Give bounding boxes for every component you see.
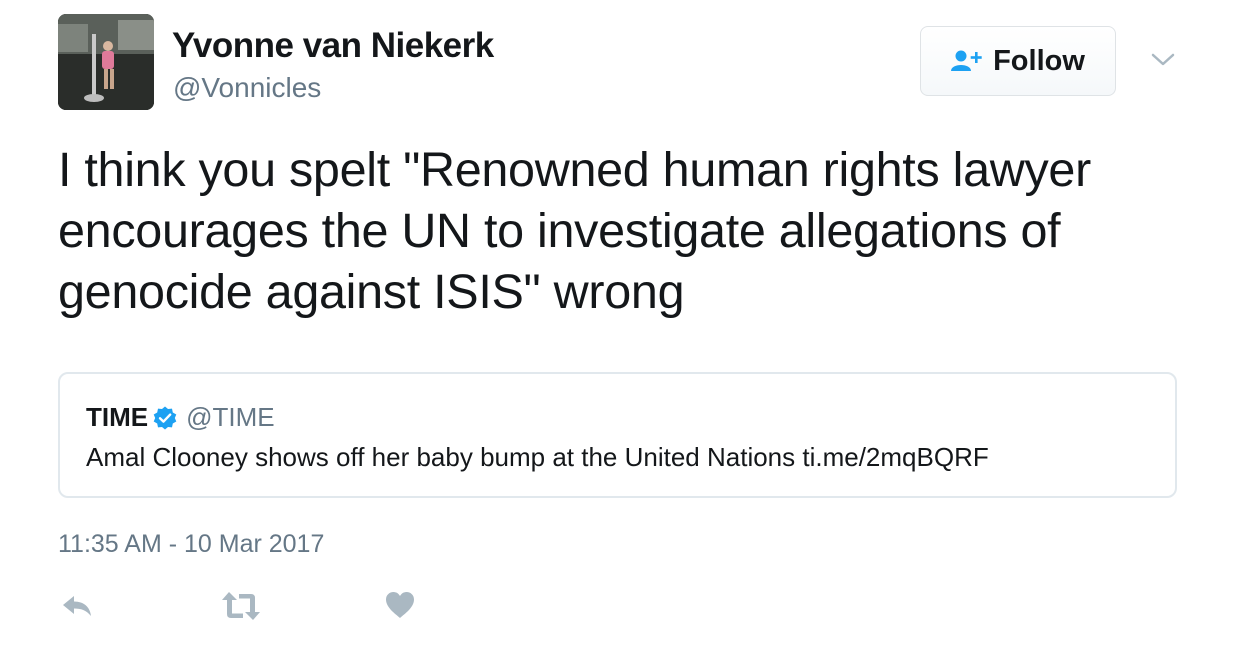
reply-icon[interactable] <box>60 588 96 629</box>
quoted-tweet-header: TIME @TIME <box>86 402 275 433</box>
tweet-timestamp[interactable]: 11:35 AM - 10 Mar 2017 <box>58 530 324 559</box>
verified-badge-icon <box>152 405 178 431</box>
chevron-down-icon[interactable] <box>1150 50 1176 70</box>
author-display-name[interactable]: Yvonne van Niekerk <box>172 26 494 66</box>
quoted-tweet-author-name: TIME <box>86 402 149 432</box>
follow-button-label: Follow <box>993 44 1085 77</box>
quoted-tweet[interactable]: TIME @TIME Amal Clooney shows off her ba… <box>58 372 1177 498</box>
retweet-icon[interactable] <box>220 588 262 629</box>
author-screen-name[interactable]: @Vonnicles <box>173 72 321 104</box>
avatar[interactable] <box>58 14 154 110</box>
quoted-tweet-text: Amal Clooney shows off her baby bump at … <box>86 442 989 472</box>
tweet-text: I think you spelt "Renowned human rights… <box>58 143 1091 319</box>
follow-button[interactable]: Follow <box>920 26 1116 96</box>
avatar-photo <box>58 14 154 110</box>
tweet-card: Yvonne van Niekerk @Vonnicles Follow I t… <box>0 0 1236 654</box>
like-heart-icon[interactable] <box>383 588 417 627</box>
quoted-tweet-handle: @TIME <box>186 402 275 432</box>
add-user-icon <box>951 49 983 73</box>
